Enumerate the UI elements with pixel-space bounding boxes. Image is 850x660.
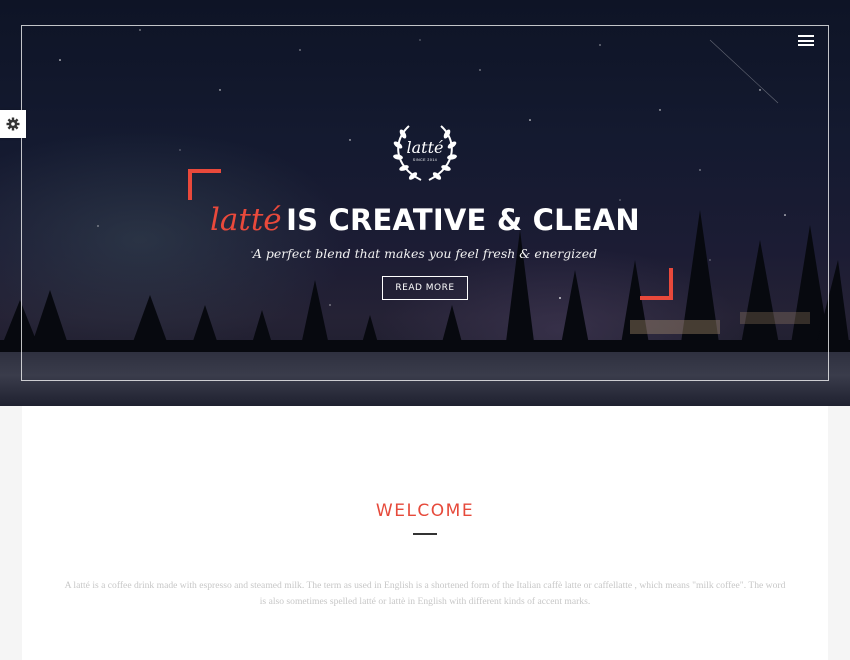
corner-bracket-top-left — [188, 169, 221, 200]
headline-text: IS CREATIVE & CLEAN — [286, 203, 640, 237]
title-divider — [413, 533, 437, 535]
logo[interactable]: latté SINCE 2014 — [387, 118, 463, 186]
read-more-button[interactable]: READ MORE — [382, 276, 468, 300]
logo-wordmark: latté — [406, 138, 444, 157]
hero-section: latté SINCE 2014 latté IS CREATIVE & CLE… — [0, 0, 850, 406]
hero-headline: latté IS CREATIVE & CLEAN — [210, 202, 650, 238]
logo-since: SINCE 2014 — [412, 158, 438, 162]
gear-icon — [6, 117, 20, 131]
welcome-title: WELCOME — [375, 501, 475, 521]
settings-toggle[interactable] — [0, 110, 26, 138]
headline-brand: latté — [210, 202, 282, 238]
welcome-text: A latté is a coffee drink made with espr… — [64, 580, 786, 607]
hamburger-icon[interactable] — [798, 35, 814, 46]
hero-tagline: A perfect blend that makes you feel fres… — [252, 246, 598, 261]
welcome-section: WELCOME A latté is a coffee drink made w… — [22, 406, 828, 660]
corner-bracket-bottom-right — [640, 268, 673, 300]
